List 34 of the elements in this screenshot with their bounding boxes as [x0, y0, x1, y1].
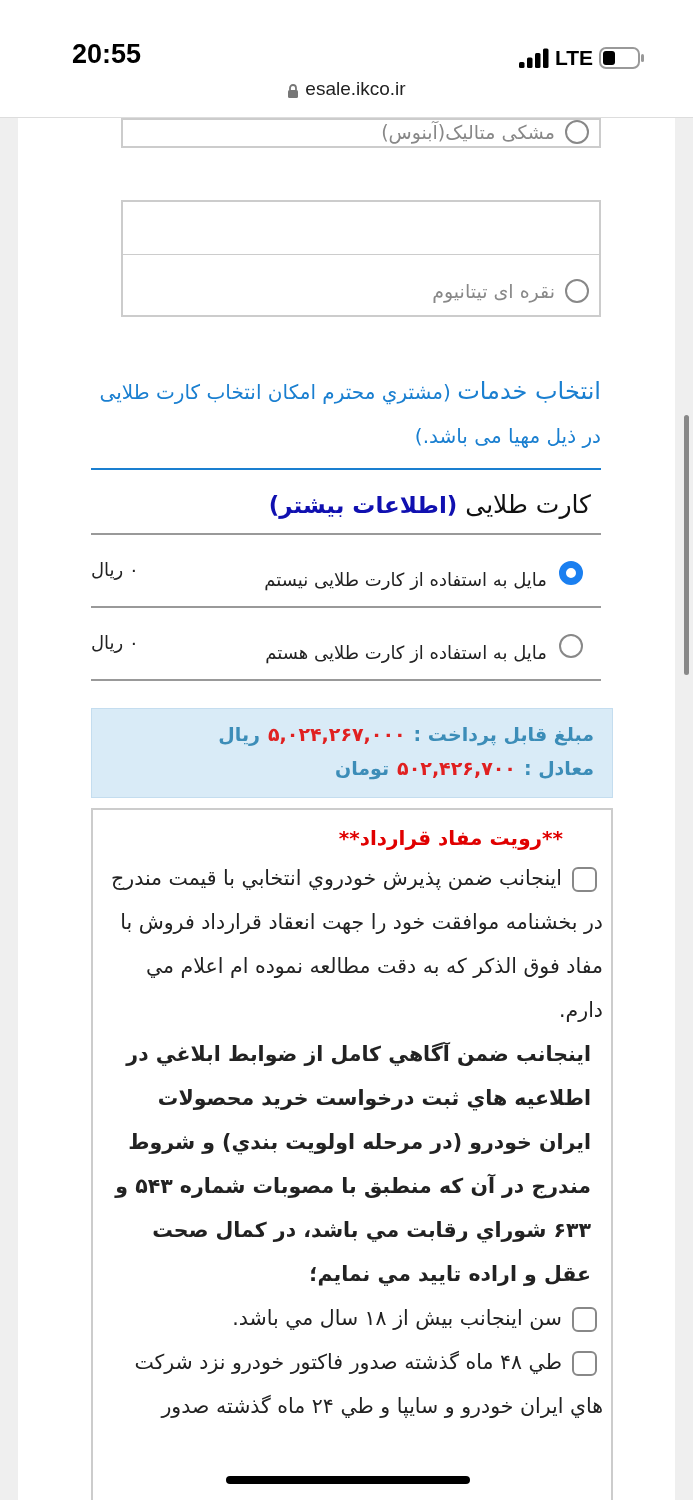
signal-icon	[518, 48, 549, 68]
option-price: ۰ ریال	[91, 631, 139, 653]
agreement-checkbox-label[interactable]: سن اينجانب بيش از ۱۸ سال مي باشد.	[103, 1296, 603, 1340]
services-heading: انتخاب خدمات (مشتري محترم امکان انتخاب کارت طلایی در ذیل مهیا می باشد.)	[91, 369, 601, 470]
card-option[interactable]: مایل به استفاده از کارت طلایی هستم	[265, 628, 583, 663]
radio-button[interactable]	[565, 120, 589, 144]
currency-unit: ریال	[218, 723, 260, 745]
agreement-checkbox-label[interactable]: اينجانب ضمن پذيرش خودروي انتخابي با قيمت مندرج در بخشنامه موافقت خود را جهت انعقاد قرارداد فروش با مفاد فوق الذكر كه به دقت مطالعه نموده ام اعلام مي دارم.	[103, 856, 603, 1032]
color-option[interactable]: نقره ای تیتانیوم	[123, 255, 599, 315]
contract-heading: **رویت مفاد قرارداد**	[337, 825, 563, 852]
network-label: LTE	[554, 46, 593, 70]
more-info-link[interactable]: (اطلاعات بیشتر)	[268, 491, 458, 518]
radio-button[interactable]	[559, 633, 583, 658]
payment-label: مبلغ قابل پرداخت :	[413, 723, 594, 745]
card-option[interactable]: مایل به استفاده از کارت طلایی نیستم	[264, 555, 583, 590]
currency-unit: تومان	[334, 757, 390, 779]
checkbox[interactable]	[572, 1350, 597, 1376]
checkbox[interactable]	[572, 1306, 597, 1332]
clock-time: 20:55	[72, 39, 142, 70]
payment-amount: ۵۰۲,۴۲۶,۷۰۰	[397, 757, 516, 779]
option-price: ۰ ریال	[91, 558, 139, 580]
scrollbar-thumb[interactable]	[684, 415, 689, 675]
payment-label: معادل :	[523, 757, 594, 779]
checkbox[interactable]	[572, 866, 597, 892]
url-text[interactable]: esale.ikco.ir	[305, 78, 406, 100]
color-option[interactable]: مشکی متالیک(آبنوس)	[123, 120, 599, 146]
payment-amount: ۵,۰۲۴,۲۶۷,۰۰۰	[268, 723, 406, 745]
agreement-checkbox-label[interactable]: طي ۴۸ ماه گذشته صدور فاكتور خودرو نزد شركت هاي ايران خودرو و سايپا و طي ۲۴ ماه گذشته صدور	[103, 1340, 603, 1428]
agreement-statement: اينجانب ضمن آگاهي كامل از ضوابط ابلاغي در اطلاعيه هاي ثبت درخواست خريد محصولات ايران خودرو (در مرحله اولويت بندي) و شروط مندرج در آن كه منطبق با مصوبات شماره ۵۴۳ و ۶۳۳ شوراي رقابت مي باشد، در كمال صحت عقل و اراده تاييد مي نمايم؛	[113, 1041, 592, 1288]
card-option-heading: کارت طلایی	[465, 490, 591, 519]
lock-icon	[287, 83, 300, 99]
battery-icon	[599, 47, 645, 69]
radio-button[interactable]	[559, 560, 583, 585]
radio-button[interactable]	[565, 279, 589, 303]
